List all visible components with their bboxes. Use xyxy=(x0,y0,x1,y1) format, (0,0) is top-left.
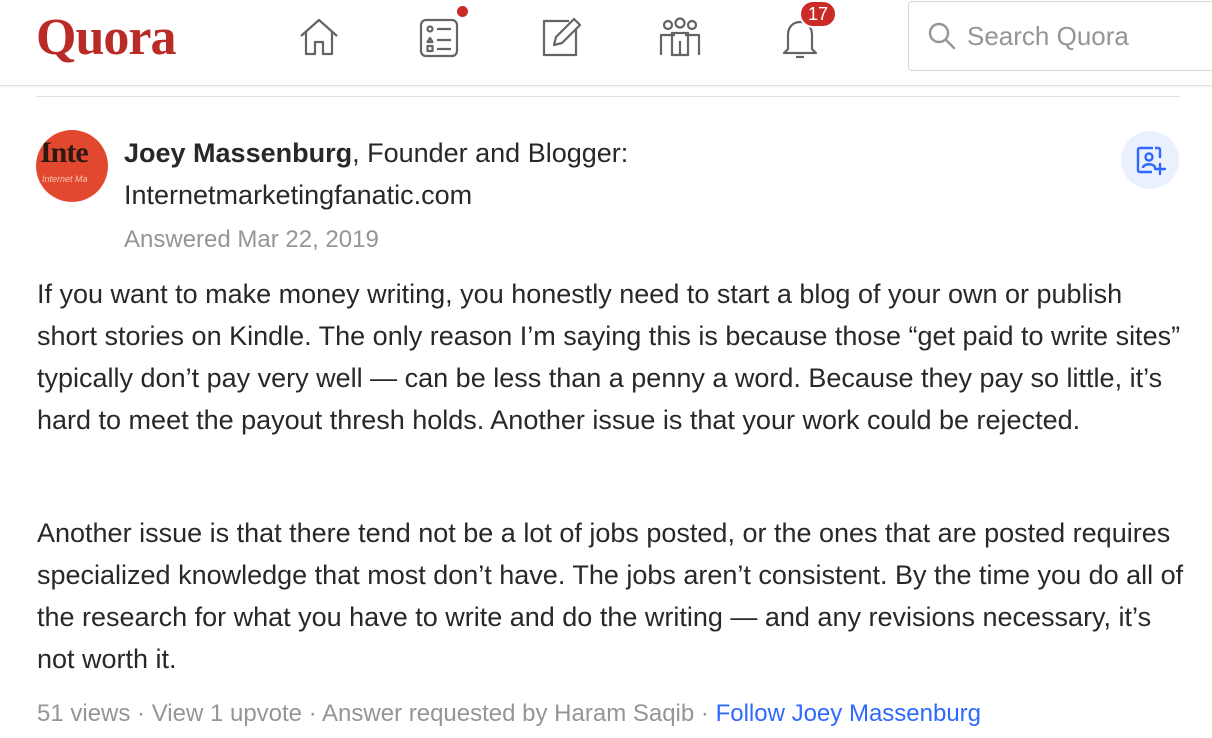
answer-footer: 51 views · View 1 upvote · Answer reques… xyxy=(37,696,981,732)
notifications-bell-icon[interactable]: 17 xyxy=(775,0,838,62)
answer-date[interactable]: Answered Mar 22, 2019 xyxy=(124,222,379,258)
requested-by-text[interactable]: Answer requested by Haram Saqib xyxy=(322,700,694,727)
author-credential: Joey Massenburg, Founder and Blogger: In… xyxy=(124,132,1024,216)
notifications-count-badge: 17 xyxy=(799,0,838,28)
avatar-logo-text: Inte xyxy=(40,136,89,169)
home-icon[interactable] xyxy=(294,12,344,62)
avatar-logo-subtext: Internet Ma xyxy=(42,174,88,184)
answer-paragraph: If you want to make money writing, you h… xyxy=(37,279,1181,435)
avatar[interactable]: Inte Internet Ma xyxy=(36,130,108,202)
content-divider xyxy=(36,96,1180,97)
views-count: 51 views xyxy=(37,700,131,727)
separator: · xyxy=(302,700,323,727)
credential-prefix: , Founder and Blogger: xyxy=(352,138,629,168)
follow-author-link[interactable]: Follow Joey Massenburg xyxy=(716,700,981,727)
view-upvotes-link[interactable]: View 1 upvote xyxy=(152,700,302,727)
spaces-icon[interactable] xyxy=(655,12,705,62)
search-input[interactable] xyxy=(967,20,1212,52)
write-icon[interactable] xyxy=(535,12,585,62)
separator: · xyxy=(130,700,152,727)
separator: · xyxy=(694,700,716,727)
add-person-icon xyxy=(1136,146,1167,176)
follow-author-button[interactable] xyxy=(1121,131,1179,189)
notification-dot xyxy=(455,4,470,19)
search-box[interactable] xyxy=(908,1,1212,71)
answer-list-icon[interactable] xyxy=(414,4,470,62)
author-name[interactable]: Joey Massenburg xyxy=(124,138,352,168)
answer-paragraph: Another issue is that there tend not be … xyxy=(37,518,1184,674)
search-icon xyxy=(928,22,956,50)
credential-website: Internetmarketingfanatic.com xyxy=(124,180,473,210)
quora-logo[interactable]: Quora xyxy=(36,8,176,68)
top-navigation-bar: Quora 17 Search Quora xyxy=(0,0,1212,86)
